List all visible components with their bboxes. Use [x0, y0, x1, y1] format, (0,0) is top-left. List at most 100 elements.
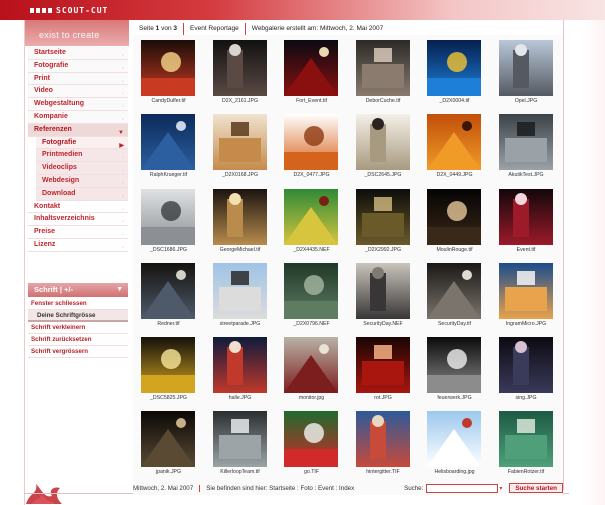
thumbnail-item[interactable]: _DSC5825.JPG: [133, 334, 205, 408]
thumbnail-item[interactable]: _D2X0796.NEF: [276, 260, 348, 334]
thumbnail-item[interactable]: monitor.jpg: [276, 334, 348, 408]
thumbnail-image[interactable]: [355, 262, 410, 319]
sidebar-item-webdesign-sub[interactable]: Webdesign ◦: [36, 174, 128, 188]
thumbnail-item[interactable]: _D2X2992.JPG: [348, 186, 420, 260]
sidebar-item-print[interactable]: Print ◦: [28, 72, 128, 86]
sidebar-item-kompanie[interactable]: Kompanie ◦: [28, 110, 128, 124]
thumbnail-item[interactable]: Event.tif: [491, 186, 563, 260]
font-enlarge-link[interactable]: Schrift vergrössern: [28, 346, 128, 358]
thumbnail-image[interactable]: [212, 40, 267, 96]
thumbnail-item[interactable]: hintergitter.TIF: [348, 408, 420, 482]
thumbnail-item[interactable]: _D2X0004.tif: [419, 37, 491, 111]
thumbnail-image[interactable]: [427, 40, 481, 96]
thumbnail-image[interactable]: [498, 40, 553, 96]
thumbnail-item[interactable]: FabienRotzer.tif: [491, 408, 563, 482]
thumbnail-image[interactable]: [498, 188, 553, 245]
thumbnail-image[interactable]: [427, 114, 481, 171]
font-reset-link[interactable]: Schrift zurücksetzen: [28, 334, 128, 346]
thumbnail-item[interactable]: Opel.JPG: [491, 37, 563, 111]
sidebar-item-video[interactable]: Video ◦: [28, 85, 128, 99]
thumbnail-image[interactable]: [284, 262, 338, 319]
thumbnail-image[interactable]: [498, 337, 553, 394]
thumbnail-image[interactable]: [212, 262, 267, 319]
thumbnail-image[interactable]: [141, 337, 195, 394]
thumbnail-image[interactable]: [212, 188, 267, 245]
thumbnail-item[interactable]: Redner.tif: [133, 260, 205, 334]
thumbnail-item[interactable]: SecurityDay.tif: [419, 260, 491, 334]
thumbnail-item[interactable]: Helisboarding.jpg: [419, 408, 491, 482]
font-reduce-link[interactable]: Schrift verkleinern: [28, 322, 128, 334]
thumbnail-item[interactable]: D2X_2161.JPG: [205, 37, 277, 111]
thumbnail-image[interactable]: [355, 337, 410, 394]
search-dropdown-icon[interactable]: ▾: [499, 485, 502, 492]
site-logo[interactable]: SCOUT-CUT: [30, 6, 108, 15]
thumbnail-image[interactable]: [141, 40, 195, 96]
search-start-button[interactable]: Suche starten: [509, 483, 563, 493]
thumbnail-image[interactable]: [498, 114, 553, 171]
thumbnail-image[interactable]: [141, 262, 195, 319]
breadcrumb-item-index[interactable]: Index: [339, 485, 354, 492]
thumbnail-image[interactable]: [498, 411, 553, 468]
thumbnail-image[interactable]: [141, 188, 195, 245]
thumbnail-item[interactable]: CandyDulfer.tif: [133, 37, 205, 111]
thumbnail-item[interactable]: KillerloopTeam.tif: [205, 408, 277, 482]
thumbnail-image[interactable]: [427, 188, 481, 245]
thumbnail-item[interactable]: AkutikTest.JPG: [491, 111, 563, 185]
thumbnail-item[interactable]: GeorgeMichael.tif: [205, 186, 277, 260]
sidebar-item-referenzen[interactable]: Referenzen ▼: [28, 123, 128, 137]
thumbnail-image[interactable]: [212, 114, 267, 171]
thumbnail-item[interactable]: sing.JPG: [491, 334, 563, 408]
thumbnail-item[interactable]: SecurityDay.NEF: [348, 260, 420, 334]
thumbnail-item[interactable]: D2X_0449.JPG: [419, 111, 491, 185]
thumbnail-image[interactable]: [427, 337, 481, 394]
thumbnail-item[interactable]: go.TIF: [276, 408, 348, 482]
thumbnail-item[interactable]: _D2X4435.NEF: [276, 186, 348, 260]
thumbnail-image[interactable]: [284, 114, 338, 171]
thumbnail-image[interactable]: [212, 411, 267, 468]
breadcrumb-item-foto[interactable]: Foto: [300, 485, 312, 492]
thumbnail-image[interactable]: [427, 411, 481, 468]
thumbnail-item[interactable]: MoulinRouge.tif: [419, 186, 491, 260]
thumbnail-image[interactable]: [141, 114, 195, 171]
breadcrumb-item-start[interactable]: Startseite: [269, 485, 295, 492]
thumbnail-item[interactable]: halle.JPG: [205, 334, 277, 408]
thumbnail-image[interactable]: [355, 40, 410, 96]
close-window-link[interactable]: Fenster schliessen: [28, 298, 128, 310]
sidebar-item-printmedien-sub[interactable]: Printmedien ◦: [36, 149, 128, 163]
thumbnail-item[interactable]: RalphKrueger.tif: [133, 111, 205, 185]
breadcrumb-item-event[interactable]: Event: [318, 485, 334, 492]
thumbnail-image[interactable]: [284, 188, 338, 245]
font-size-menu-header[interactable]: Schrift | +/- ▼: [28, 283, 128, 297]
sidebar-item-fotografie[interactable]: Fotografie ◦: [28, 59, 128, 73]
sidebar-item-preise[interactable]: Preise ◦: [28, 226, 128, 239]
thumbnail-item[interactable]: _DSC1686.JPG: [133, 186, 205, 260]
thumbnail-item[interactable]: jpanik.JPG: [133, 408, 205, 482]
sidebar-item-kontakt[interactable]: Kontakt ◦: [28, 200, 128, 214]
search-input[interactable]: [426, 483, 499, 493]
thumbnail-item[interactable]: feuerwerk.JPG: [419, 334, 491, 408]
sidebar-item-lizenz[interactable]: Lizenz ◦: [28, 238, 128, 252]
thumbnail-image[interactable]: [212, 337, 267, 394]
thumbnail-image[interactable]: [498, 262, 553, 319]
thumbnail-item[interactable]: DeborCuche.tif: [348, 37, 420, 111]
sidebar-item-videoclips-sub[interactable]: Videoclips ◦: [36, 162, 128, 175]
thumbnail-item[interactable]: IngramMicro.JPG: [491, 260, 563, 334]
sidebar-item-download-sub[interactable]: Download ◦: [36, 187, 128, 201]
thumbnail-item[interactable]: _D2X0168.JPG: [205, 111, 277, 185]
sidebar-item-startseite[interactable]: Startseite ◦: [28, 47, 128, 60]
thumbnail-item[interactable]: D2X_0477.JPG: [276, 111, 348, 185]
thumbnail-image[interactable]: [284, 40, 338, 96]
sidebar-item-inhaltsverzeichnis[interactable]: Inhaltsverzeichnis ◦: [28, 213, 128, 227]
thumbnail-image[interactable]: [355, 188, 410, 245]
sidebar-item-fotografie-sub[interactable]: Fotografie ▶: [36, 136, 128, 150]
thumbnail-item[interactable]: rot.JPG: [348, 334, 420, 408]
thumbnail-item[interactable]: _DSC2645.JPG: [348, 111, 420, 185]
thumbnail-item[interactable]: Fort_Event.tif: [276, 37, 348, 111]
thumbnail-image[interactable]: [284, 411, 338, 468]
thumbnail-image[interactable]: [284, 337, 338, 394]
sidebar-item-webgestaltung[interactable]: Webgestaltung ◦: [28, 98, 128, 111]
thumbnail-image[interactable]: [141, 411, 195, 468]
thumbnail-image[interactable]: [355, 114, 410, 171]
thumbnail-image[interactable]: [427, 262, 481, 319]
thumbnail-image[interactable]: [355, 411, 410, 468]
